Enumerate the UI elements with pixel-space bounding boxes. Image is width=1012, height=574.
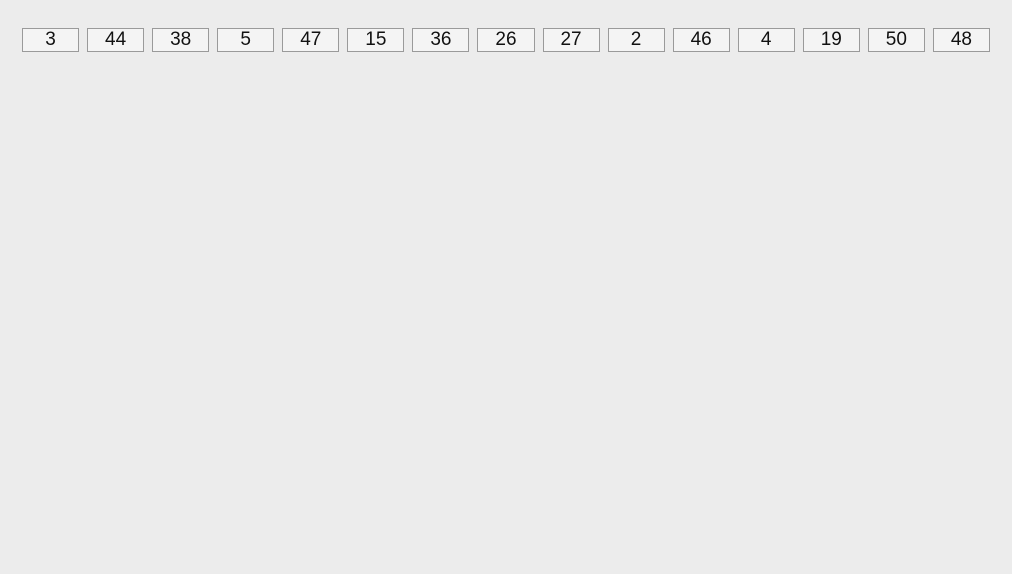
number-cell[interactable]: 36 bbox=[412, 28, 469, 52]
number-cell[interactable]: 4 bbox=[738, 28, 795, 52]
number-row: 3 44 38 5 47 15 36 26 27 2 46 4 19 50 48 bbox=[0, 0, 1012, 52]
number-cell[interactable]: 15 bbox=[347, 28, 404, 52]
number-cell[interactable]: 5 bbox=[217, 28, 274, 52]
number-cell[interactable]: 38 bbox=[152, 28, 209, 52]
number-cell[interactable]: 48 bbox=[933, 28, 990, 52]
number-cell[interactable]: 44 bbox=[87, 28, 144, 52]
number-cell[interactable]: 2 bbox=[608, 28, 665, 52]
number-cell[interactable]: 3 bbox=[22, 28, 79, 52]
number-cell[interactable]: 46 bbox=[673, 28, 730, 52]
number-cell[interactable]: 47 bbox=[282, 28, 339, 52]
number-cell[interactable]: 50 bbox=[868, 28, 925, 52]
number-cell[interactable]: 19 bbox=[803, 28, 860, 52]
number-cell[interactable]: 26 bbox=[477, 28, 534, 52]
number-cell[interactable]: 27 bbox=[543, 28, 600, 52]
